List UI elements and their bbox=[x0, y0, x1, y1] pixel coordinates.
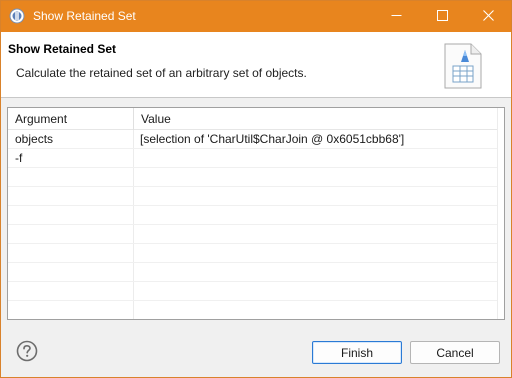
column-header-argument[interactable]: Argument bbox=[8, 108, 133, 130]
table-row[interactable] bbox=[8, 244, 497, 263]
minimize-button[interactable] bbox=[373, 1, 419, 32]
table-row[interactable] bbox=[8, 168, 497, 187]
table-scrollbar[interactable] bbox=[497, 108, 504, 319]
help-icon bbox=[16, 340, 38, 365]
close-icon bbox=[482, 9, 494, 24]
table-body: objects [selection of 'CharUtil$CharJoin … bbox=[8, 130, 497, 319]
close-button[interactable] bbox=[465, 1, 511, 32]
argument-cell[interactable] bbox=[15, 282, 130, 300]
value-cell[interactable] bbox=[140, 168, 495, 186]
value-cell[interactable] bbox=[140, 244, 495, 262]
column-header-value[interactable]: Value bbox=[133, 108, 497, 130]
memory-analyzer-icon bbox=[9, 8, 25, 24]
value-cell[interactable] bbox=[140, 206, 495, 224]
cancel-button[interactable]: Cancel bbox=[410, 341, 500, 364]
minimize-icon bbox=[391, 10, 402, 24]
table-row[interactable] bbox=[8, 263, 497, 282]
table-row[interactable] bbox=[8, 187, 497, 206]
argument-cell[interactable] bbox=[15, 206, 130, 224]
value-cell[interactable] bbox=[140, 263, 495, 281]
table-row[interactable] bbox=[8, 225, 497, 244]
table-row[interactable]: objects [selection of 'CharUtil$CharJoin … bbox=[8, 130, 497, 149]
maximize-icon bbox=[436, 9, 448, 24]
argument-cell[interactable] bbox=[15, 263, 130, 281]
header-title: Show Retained Set bbox=[8, 42, 117, 56]
argument-cell[interactable] bbox=[15, 244, 130, 262]
arguments-table[interactable]: Argument Value objects [selection of 'Cha… bbox=[7, 107, 505, 320]
argument-cell[interactable] bbox=[15, 168, 130, 186]
table-row[interactable] bbox=[8, 206, 497, 225]
value-cell[interactable] bbox=[140, 301, 495, 319]
help-button[interactable] bbox=[16, 340, 38, 362]
argument-cell[interactable] bbox=[15, 301, 130, 319]
table-row[interactable] bbox=[8, 301, 497, 319]
value-cell[interactable] bbox=[140, 225, 495, 243]
value-cell[interactable] bbox=[140, 282, 495, 300]
wizard-header: Show Retained Set Calculate the retained… bbox=[1, 32, 511, 98]
argument-cell[interactable] bbox=[15, 187, 130, 205]
value-cell[interactable] bbox=[140, 149, 495, 167]
argument-cell[interactable] bbox=[15, 225, 130, 243]
query-wizard-icon bbox=[441, 38, 485, 92]
maximize-button[interactable] bbox=[419, 1, 465, 32]
value-cell[interactable]: [selection of 'CharUtil$CharJoin @ 0x605… bbox=[140, 130, 495, 148]
argument-cell[interactable]: objects bbox=[15, 130, 130, 148]
table-row[interactable]: -f bbox=[8, 149, 497, 168]
finish-button[interactable]: Finish bbox=[312, 341, 402, 364]
dialog-window: Show Retained Set Show Retained Set Calc… bbox=[0, 0, 512, 378]
table-row[interactable] bbox=[8, 282, 497, 301]
value-cell[interactable] bbox=[140, 187, 495, 205]
header-description: Calculate the retained set of an arbitra… bbox=[16, 66, 307, 80]
title-bar[interactable]: Show Retained Set bbox=[1, 1, 511, 32]
window-title: Show Retained Set bbox=[33, 9, 136, 23]
table-header: Argument Value bbox=[8, 108, 504, 130]
argument-cell[interactable]: -f bbox=[15, 149, 130, 167]
